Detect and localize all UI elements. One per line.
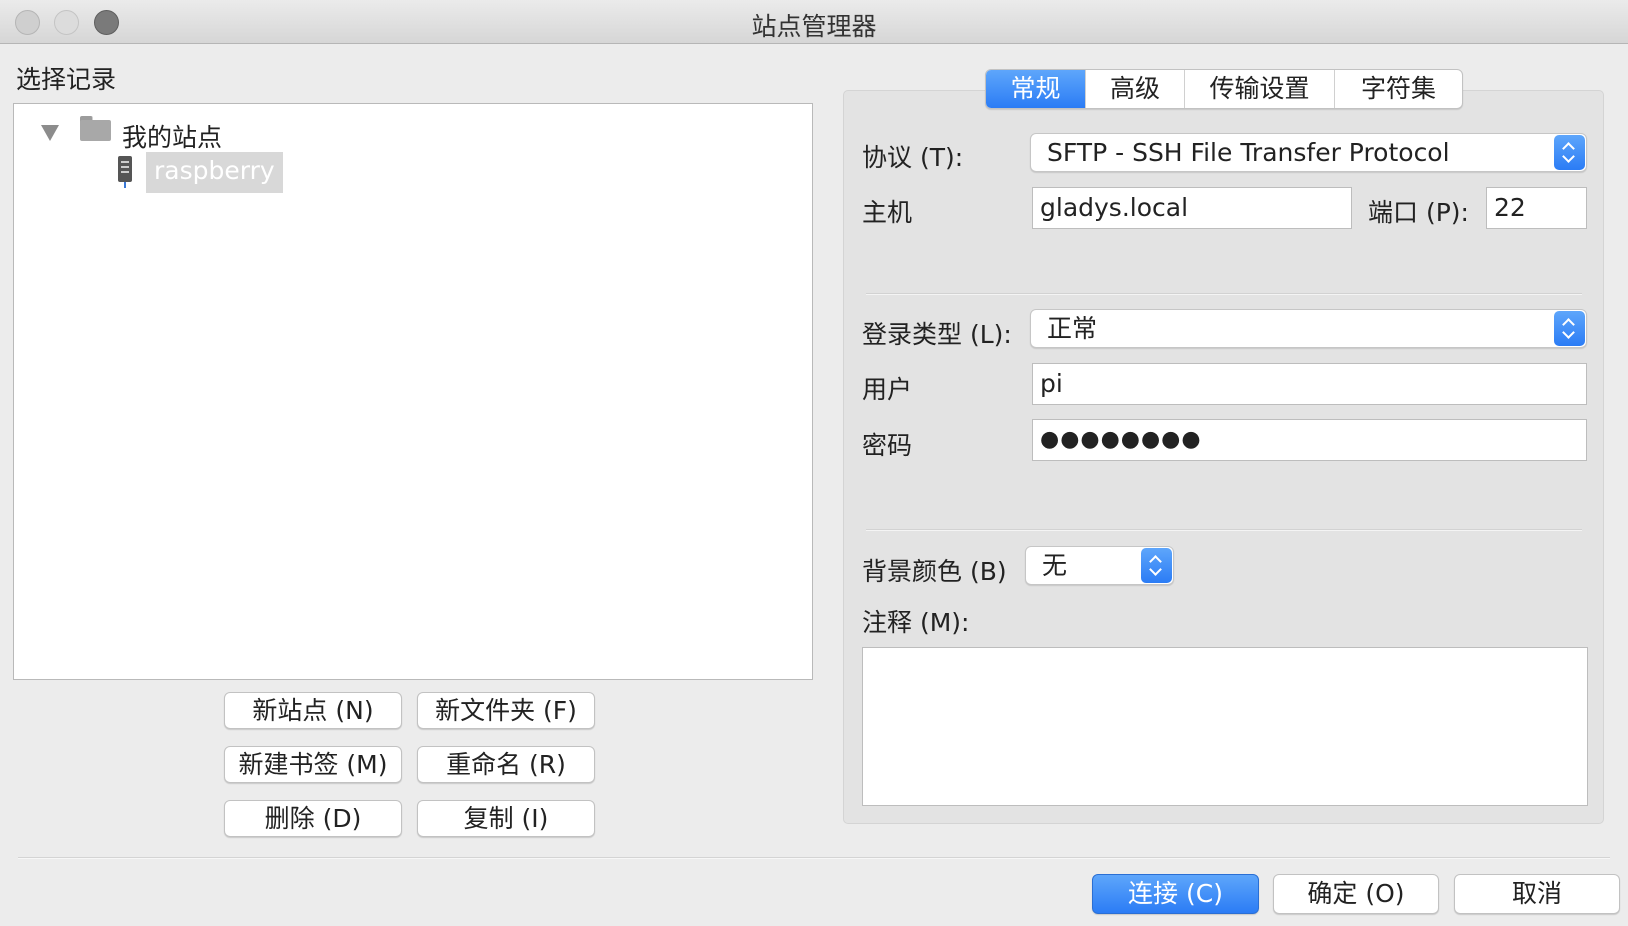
ok-button[interactable]: 确定 (O) — [1273, 874, 1439, 914]
select-entry-heading: 选择记录 — [16, 65, 117, 94]
delete-button[interactable]: 删除 (D) — [224, 800, 402, 837]
connect-button[interactable]: 连接 (C) — [1092, 874, 1259, 914]
host-label: 主机 — [862, 198, 913, 227]
divider — [866, 293, 1582, 295]
logon-type-select[interactable]: 正常 — [1030, 309, 1587, 348]
background-color-select[interactable]: 无 — [1025, 546, 1174, 585]
chevron-updown-icon — [1554, 311, 1585, 346]
new-folder-button[interactable]: 新文件夹 (F) — [417, 692, 595, 729]
divider — [866, 529, 1582, 531]
site-manager-window: 站点管理器 选择记录 我的站点 raspberry 新站点 (N) 新文件夹 (… — [0, 0, 1628, 926]
tree-site-raspberry[interactable]: raspberry — [146, 152, 283, 193]
protocol-label: 协议 (T): — [862, 143, 964, 172]
chevron-updown-icon — [1554, 135, 1585, 170]
user-label: 用户 — [862, 375, 913, 404]
comments-label: 注释 (M): — [862, 608, 970, 637]
folder-icon — [80, 116, 111, 141]
window-title: 站点管理器 — [751, 12, 877, 41]
tab-advanced[interactable]: 高级 — [1086, 70, 1185, 108]
site-tree[interactable]: 我的站点 raspberry — [13, 103, 813, 680]
new-site-button[interactable]: 新站点 (N) — [224, 692, 402, 729]
rename-button[interactable]: 重命名 (R) — [417, 746, 595, 783]
background-color-select-value: 无 — [1042, 551, 1068, 580]
server-icon — [118, 156, 132, 188]
protocol-select-value: SFTP - SSH File Transfer Protocol — [1047, 138, 1450, 167]
title-bar: 站点管理器 — [0, 0, 1628, 44]
protocol-select[interactable]: SFTP - SSH File Transfer Protocol — [1030, 133, 1587, 172]
copy-button[interactable]: 复制 (I) — [417, 800, 595, 837]
disclosure-triangle-icon[interactable] — [41, 125, 59, 141]
new-bookmark-button[interactable]: 新建书签 (M) — [224, 746, 402, 783]
settings-tabs: 常规 高级 传输设置 字符集 — [985, 69, 1463, 109]
tab-transfer-settings[interactable]: 传输设置 — [1185, 70, 1335, 108]
tree-folder-my-sites[interactable]: 我的站点 — [122, 118, 222, 154]
password-input[interactable]: ●●●●●●●● — [1032, 419, 1587, 461]
logon-type-select-value: 正常 — [1047, 314, 1098, 343]
port-input[interactable]: 22 — [1486, 187, 1587, 229]
cancel-button[interactable]: 取消 — [1454, 874, 1620, 914]
tab-charset[interactable]: 字符集 — [1335, 70, 1462, 108]
background-color-label: 背景颜色 (B) — [862, 557, 1007, 586]
host-input[interactable]: gladys.local — [1032, 187, 1352, 229]
chevron-updown-icon — [1141, 548, 1172, 583]
port-label: 端口 (P): — [1368, 198, 1469, 227]
logon-type-label: 登录类型 (L): — [862, 320, 1012, 349]
user-input[interactable]: pi — [1032, 363, 1587, 405]
tab-general[interactable]: 常规 — [986, 70, 1086, 108]
password-label: 密码 — [862, 431, 913, 460]
comments-textarea[interactable] — [862, 647, 1588, 806]
footer-divider — [18, 857, 1610, 859]
